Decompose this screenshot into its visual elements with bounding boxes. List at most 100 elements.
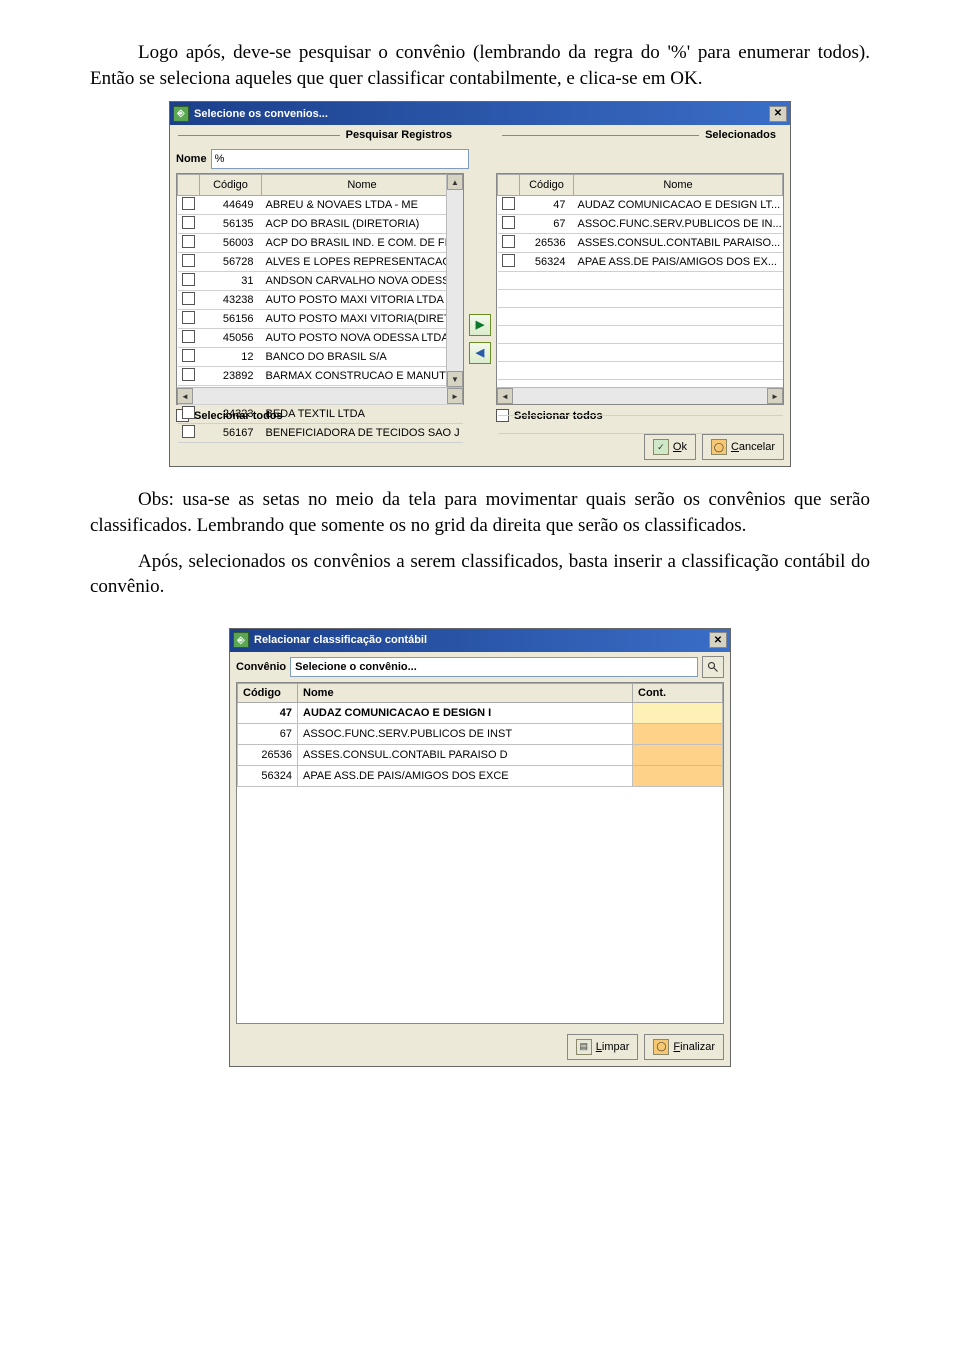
table-row[interactable]: 56324APAE ASS.DE PAIS/AMIGOS DOS EXCE	[238, 765, 723, 786]
cell-cont[interactable]	[633, 702, 723, 723]
table-row	[498, 416, 783, 434]
cell-codigo: 56324	[238, 765, 298, 786]
cell-nome: ASSES.CONSUL.CONTABIL PARAISO...	[574, 234, 783, 253]
table-row[interactable]: 47AUDAZ COMUNICACAO E DESIGN I	[238, 702, 723, 723]
cell-codigo: 26536	[238, 744, 298, 765]
table-row	[498, 272, 783, 290]
row-checkbox[interactable]	[182, 235, 195, 248]
row-checkbox[interactable]	[182, 425, 195, 438]
scroll-down-icon[interactable]: ▼	[447, 371, 463, 387]
ok-button[interactable]: ✓ Ok	[644, 434, 696, 460]
col-codigo[interactable]: Código	[520, 175, 574, 196]
grid-classificacao[interactable]: Código Nome Cont. 47AUDAZ COMUNICACAO E …	[237, 683, 723, 787]
cell-codigo: 45056	[200, 329, 262, 348]
cell-nome: ACP DO BRASIL IND. E COM. DE FITA	[262, 234, 463, 253]
cell-nome: AUTO POSTO MAXI VITORIA LTDA	[262, 291, 463, 310]
table-row[interactable]: 12BANCO DO BRASIL S/A	[178, 348, 463, 367]
row-checkbox[interactable]	[502, 254, 515, 267]
move-right-button[interactable]: ▶	[469, 314, 491, 336]
row-checkbox[interactable]	[182, 330, 195, 343]
finalizar-button[interactable]: ◯ Finalizar	[644, 1034, 724, 1060]
row-checkbox[interactable]	[502, 216, 515, 229]
cell-nome: AUTO POSTO NOVA ODESSA LTDA	[262, 329, 463, 348]
table-row[interactable]: 26536ASSES.CONSUL.CONTABIL PARAISO D	[238, 744, 723, 765]
cell-nome: AUDAZ COMUNICACAO E DESIGN I	[298, 702, 633, 723]
table-row[interactable]: 56728ALVES E LOPES REPRESENTACAO C	[178, 253, 463, 272]
cell-cont[interactable]	[633, 744, 723, 765]
table-row[interactable]: 56003ACP DO BRASIL IND. E COM. DE FITA	[178, 234, 463, 253]
row-checkbox[interactable]	[502, 235, 515, 248]
horizontal-scrollbar[interactable]: ◄ ►	[177, 387, 463, 404]
row-checkbox[interactable]	[182, 311, 195, 324]
section-pesquisar: Pesquisar Registros	[178, 129, 458, 141]
cell-cont[interactable]	[633, 765, 723, 786]
scroll-right-icon[interactable]: ►	[767, 388, 783, 404]
cell-cont[interactable]	[633, 723, 723, 744]
vertical-scrollbar[interactable]: ▲ ▼	[446, 174, 463, 387]
scroll-up-icon[interactable]: ▲	[447, 174, 463, 190]
check-icon: ✓	[653, 439, 669, 455]
paragraph-1: Logo após, deve-se pesquisar o convênio …	[90, 40, 870, 91]
app-icon: ⎆	[173, 106, 189, 122]
row-checkbox[interactable]	[182, 368, 195, 381]
cell-codigo: 43238	[200, 291, 262, 310]
row-checkbox[interactable]	[502, 197, 515, 210]
table-row[interactable]: 26536ASSES.CONSUL.CONTABIL PARAISO...	[498, 234, 783, 253]
col-nome[interactable]: Nome	[574, 175, 783, 196]
app-icon: ⎆	[233, 632, 249, 648]
cell-codigo: 56156	[200, 310, 262, 329]
table-row[interactable]: 56324APAE ASS.DE PAIS/AMIGOS DOS EX...	[498, 253, 783, 272]
move-left-button[interactable]: ◀	[469, 342, 491, 364]
table-row[interactable]: 56167BENEFICIADORA DE TECIDOS SAO J	[178, 424, 463, 443]
cell-nome: ASSOC.FUNC.SERV.PUBLICOS DE INST	[298, 723, 633, 744]
clear-icon: ▤	[576, 1039, 592, 1055]
cell-nome: ASSOC.FUNC.SERV.PUBLICOS DE IN...	[574, 215, 783, 234]
scroll-left-icon[interactable]: ◄	[177, 388, 193, 404]
table-row	[498, 290, 783, 308]
dialog-title: Relacionar classificação contábil	[254, 634, 427, 646]
row-checkbox[interactable]	[182, 349, 195, 362]
table-row[interactable]: 23892BARMAX CONSTRUCAO E MANUTEN	[178, 367, 463, 386]
cell-nome: ALVES E LOPES REPRESENTACAO C	[262, 253, 463, 272]
cell-nome: BEDA TEXTIL LTDA	[262, 405, 463, 424]
arrow-left-icon: ◀	[476, 346, 484, 359]
table-row[interactable]: 47AUDAZ COMUNICACAO E DESIGN LT...	[498, 196, 783, 215]
table-row[interactable]: 67ASSOC.FUNC.SERV.PUBLICOS DE IN...	[498, 215, 783, 234]
row-checkbox[interactable]	[182, 197, 195, 210]
cell-nome: AUTO POSTO MAXI VITORIA(DIRETO	[262, 310, 463, 329]
scroll-right-icon[interactable]: ►	[447, 388, 463, 404]
row-checkbox[interactable]	[182, 216, 195, 229]
nome-input[interactable]	[211, 149, 469, 169]
scroll-left-icon[interactable]: ◄	[497, 388, 513, 404]
table-row[interactable]: 56156AUTO POSTO MAXI VITORIA(DIRETO	[178, 310, 463, 329]
col-cont[interactable]: Cont.	[633, 683, 723, 702]
col-nome[interactable]: Nome	[298, 683, 633, 702]
limpar-button[interactable]: ▤ Limpar	[567, 1034, 639, 1060]
table-row[interactable]: 67ASSOC.FUNC.SERV.PUBLICOS DE INST	[238, 723, 723, 744]
row-checkbox[interactable]	[182, 254, 195, 267]
row-checkbox[interactable]	[182, 406, 195, 419]
paragraph-2: Obs: usa-se as setas no meio da tela par…	[90, 487, 870, 538]
col-nome[interactable]: Nome	[262, 175, 463, 196]
close-icon[interactable]: ✕	[709, 632, 727, 648]
convenio-label: Convênio	[236, 661, 286, 673]
cell-nome: APAE ASS.DE PAIS/AMIGOS DOS EX...	[574, 253, 783, 272]
table-row[interactable]: 24323BEDA TEXTIL LTDA	[178, 405, 463, 424]
horizontal-scrollbar[interactable]: ◄ ►	[497, 387, 783, 404]
cell-codigo: 47	[238, 702, 298, 723]
table-row[interactable]: 44649ABREU & NOVAES LTDA - ME	[178, 196, 463, 215]
table-row[interactable]: 31ANDSON CARVALHO NOVA ODESS	[178, 272, 463, 291]
table-row[interactable]: 56135ACP DO BRASIL (DIRETORIA)	[178, 215, 463, 234]
cancel-button[interactable]: ◯ Cancelar	[702, 434, 784, 460]
table-row[interactable]: 45056AUTO POSTO NOVA ODESSA LTDA	[178, 329, 463, 348]
search-button[interactable]	[702, 656, 724, 678]
col-codigo[interactable]: Código	[200, 175, 262, 196]
table-row	[498, 326, 783, 344]
col-codigo[interactable]: Código	[238, 683, 298, 702]
table-row[interactable]: 43238AUTO POSTO MAXI VITORIA LTDA	[178, 291, 463, 310]
row-checkbox[interactable]	[182, 292, 195, 305]
close-icon[interactable]: ✕	[769, 106, 787, 122]
convenio-select[interactable]: Selecione o convênio...	[290, 657, 698, 677]
finish-icon: ◯	[653, 1039, 669, 1055]
row-checkbox[interactable]	[182, 273, 195, 286]
